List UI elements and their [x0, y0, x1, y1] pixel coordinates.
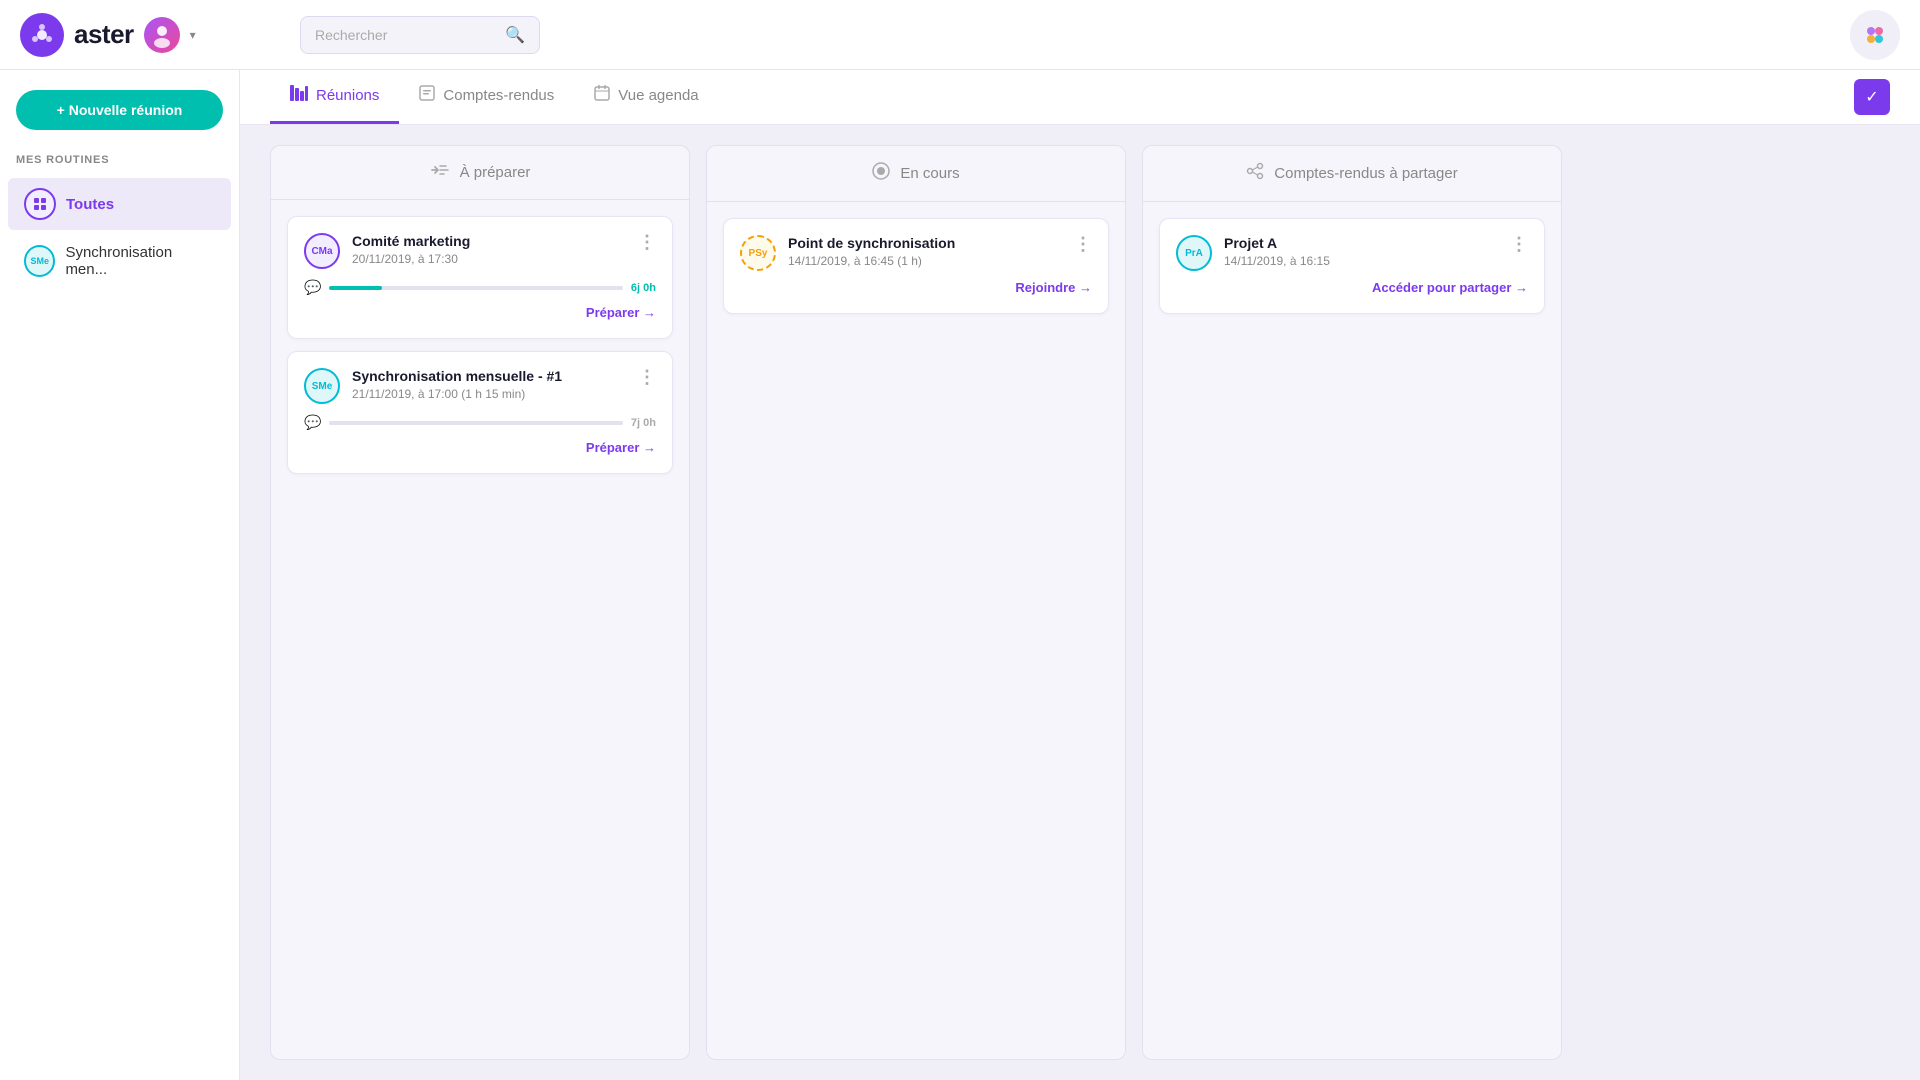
progress-chat-icon: 💬 — [304, 279, 321, 296]
acceder-partager-link[interactable]: Accéder pour partager → — [1372, 280, 1528, 295]
card-date-pra: 14/11/2019, à 16:15 — [1224, 254, 1498, 268]
card-title-psy: Point de synchronisation — [788, 235, 1062, 251]
card-projet-a: PrA Projet A 14/11/2019, à 16:15 ⋮ Accéd… — [1159, 218, 1545, 314]
comptes-rendus-icon — [419, 85, 435, 106]
progress-track-sync — [329, 421, 622, 425]
tab-bar-right: ✓ — [1854, 79, 1890, 115]
rejoindre-link[interactable]: Rejoindre → — [1015, 280, 1092, 295]
column-en-cours: En cours PSy Point de synchronisation 14… — [706, 145, 1126, 1060]
card-info-sync: Synchronisation mensuelle - #1 21/11/201… — [352, 368, 626, 401]
card-title-sync: Synchronisation mensuelle - #1 — [352, 368, 626, 384]
column-header-cr: Comptes-rendus à partager — [1143, 146, 1561, 202]
card-avatar-psy: PSy — [740, 235, 776, 271]
card-info-psy: Point de synchronisation 14/11/2019, à 1… — [788, 235, 1062, 268]
tab-reunions[interactable]: Réunions — [270, 70, 399, 124]
column-header-a-preparer: À préparer — [271, 146, 689, 200]
app-name: aster — [74, 19, 134, 50]
en-cours-icon — [872, 162, 890, 185]
card-menu-comite[interactable]: ⋮ — [638, 233, 656, 251]
sidebar-item-toutes[interactable]: Toutes — [8, 178, 231, 230]
sidebar-item-label-toutes: Toutes — [66, 196, 114, 213]
column-title-en-cours: En cours — [900, 165, 959, 182]
columns-area: À préparer CMa Comité marketing 20/11/20… — [240, 125, 1920, 1080]
progress-label-sync: 7j 0h — [631, 417, 656, 429]
card-top-sync: SMe Synchronisation mensuelle - #1 21/11… — [304, 368, 656, 404]
progress-chat-icon-sync: 💬 — [304, 414, 321, 431]
tab-vue-agenda-label: Vue agenda — [618, 87, 698, 104]
apps-icon[interactable] — [1850, 10, 1900, 60]
header-right — [1850, 10, 1900, 60]
card-top-pra: PrA Projet A 14/11/2019, à 16:15 ⋮ — [1176, 235, 1528, 271]
sidebar-item-label-synchronisation: Synchronisation men... — [65, 244, 215, 278]
user-dropdown-chevron[interactable]: ▾ — [190, 28, 196, 42]
card-date-sync: 21/11/2019, à 17:00 (1 h 15 min) — [352, 387, 626, 401]
synchronisation-icon: SMe — [24, 245, 55, 277]
logo-icon — [20, 13, 64, 57]
column-body-cr: PrA Projet A 14/11/2019, à 16:15 ⋮ Accéd… — [1143, 202, 1561, 330]
new-meeting-button[interactable]: + Nouvelle réunion — [16, 90, 223, 130]
preparer-link-comite[interactable]: Préparer → — [586, 305, 656, 320]
card-synchronisation-mensuelle: SMe Synchronisation mensuelle - #1 21/11… — [287, 351, 673, 474]
tab-bar: Réunions Comptes-rendus — [240, 70, 1920, 125]
card-menu-psy[interactable]: ⋮ — [1074, 235, 1092, 253]
card-point-synchronisation: PSy Point de synchronisation 14/11/2019,… — [723, 218, 1109, 314]
card-avatar-cma: CMa — [304, 233, 340, 269]
card-avatar-pra: PrA — [1176, 235, 1212, 271]
column-header-en-cours: En cours — [707, 146, 1125, 202]
vue-agenda-icon — [594, 85, 610, 106]
sidebar: + Nouvelle réunion MES ROUTINES Toutes S… — [0, 70, 240, 1080]
header: aster ▾ 🔍 — [0, 0, 1920, 70]
card-action-comite: Préparer → — [304, 304, 656, 322]
main: Réunions Comptes-rendus — [240, 70, 1920, 1080]
card-avatar-sme: SMe — [304, 368, 340, 404]
progress-fill-sync — [329, 421, 335, 425]
card-title-pra: Projet A — [1224, 235, 1498, 251]
card-progress-comite: 💬 6j 0h — [304, 279, 656, 296]
column-body-a-preparer: CMa Comité marketing 20/11/2019, à 17:30… — [271, 200, 689, 490]
card-title-comite: Comité marketing — [352, 233, 626, 249]
column-comptes-rendus: Comptes-rendus à partager PrA Projet A 1… — [1142, 145, 1562, 1060]
card-top-psy: PSy Point de synchronisation 14/11/2019,… — [740, 235, 1092, 271]
card-date-comite: 20/11/2019, à 17:30 — [352, 252, 626, 266]
search-bar: 🔍 — [300, 16, 540, 54]
card-menu-sync[interactable]: ⋮ — [638, 368, 656, 386]
card-info: Comité marketing 20/11/2019, à 17:30 — [352, 233, 626, 266]
column-title-cr: Comptes-rendus à partager — [1274, 165, 1457, 182]
card-action-pra: Accéder pour partager → — [1176, 279, 1528, 297]
tab-comptes-rendus-label: Comptes-rendus — [443, 87, 554, 104]
tab-reunions-label: Réunions — [316, 87, 379, 104]
reunions-icon — [290, 85, 308, 106]
card-comite-marketing: CMa Comité marketing 20/11/2019, à 17:30… — [287, 216, 673, 339]
toutes-icon — [24, 188, 56, 220]
check-icon[interactable]: ✓ — [1854, 79, 1890, 115]
column-title-a-preparer: À préparer — [460, 164, 531, 181]
card-menu-pra[interactable]: ⋮ — [1510, 235, 1528, 253]
card-date-psy: 14/11/2019, à 16:45 (1 h) — [788, 254, 1062, 268]
preparer-link-sync[interactable]: Préparer → — [586, 440, 656, 455]
user-avatar[interactable] — [144, 17, 180, 53]
card-action-psy: Rejoindre → — [740, 279, 1092, 297]
progress-fill — [329, 286, 382, 290]
sidebar-item-synchronisation[interactable]: SMe Synchronisation men... — [8, 234, 231, 288]
column-a-preparer: À préparer CMa Comité marketing 20/11/20… — [270, 145, 690, 1060]
search-button[interactable]: 🔍 — [505, 25, 525, 45]
progress-track — [329, 286, 622, 290]
logo-area: aster ▾ — [20, 13, 260, 57]
search-input[interactable] — [315, 27, 497, 43]
column-body-en-cours: PSy Point de synchronisation 14/11/2019,… — [707, 202, 1125, 330]
cr-icon — [1246, 162, 1264, 185]
card-top: CMa Comité marketing 20/11/2019, à 17:30… — [304, 233, 656, 269]
tab-vue-agenda[interactable]: Vue agenda — [574, 70, 718, 124]
a-preparer-icon — [430, 162, 450, 183]
body: + Nouvelle réunion MES ROUTINES Toutes S… — [0, 70, 1920, 1080]
card-info-pra: Projet A 14/11/2019, à 16:15 — [1224, 235, 1498, 268]
sidebar-section-title: MES ROUTINES — [0, 154, 239, 166]
card-progress-sync: 💬 7j 0h — [304, 414, 656, 431]
progress-label-comite: 6j 0h — [631, 282, 656, 294]
card-action-sync: Préparer → — [304, 439, 656, 457]
tab-comptes-rendus[interactable]: Comptes-rendus — [399, 70, 574, 124]
